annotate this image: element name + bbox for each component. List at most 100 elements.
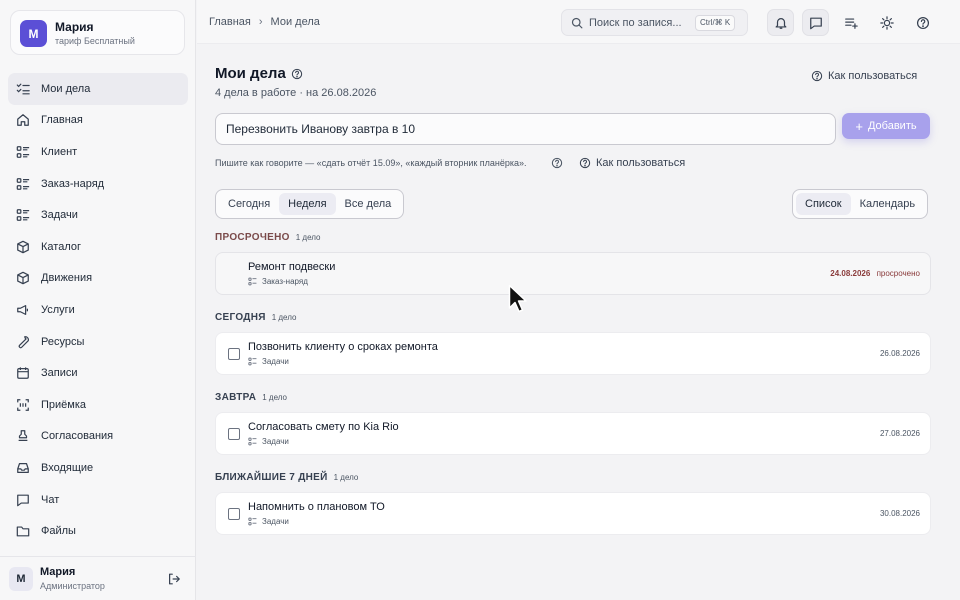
task-checkbox[interactable] <box>228 428 240 440</box>
how-to-label: Как пользоваться <box>596 157 686 169</box>
quick-add-hint: Пишите как говорите — «сдать отчёт 15.09… <box>215 158 527 168</box>
message-square-icon <box>809 16 823 30</box>
user-name: Мария <box>40 566 76 578</box>
messages-button[interactable] <box>802 9 829 36</box>
task-checkbox[interactable] <box>228 348 240 360</box>
help-circle-icon[interactable] <box>551 157 563 169</box>
sidebar-item-approvals[interactable]: Согласования <box>8 421 188 453</box>
sidebar-item-work-order[interactable]: Заказ-наряд <box>8 168 188 200</box>
scan-icon <box>16 398 30 412</box>
group-title: ПРОСРОЧЕНО <box>215 232 290 243</box>
sidebar-item-label: Чат <box>41 493 60 506</box>
help-circle-icon <box>579 157 596 169</box>
sidebar-item-label: Входящие <box>41 461 94 474</box>
sidebar-item-movements[interactable]: Движения <box>8 263 188 295</box>
sidebar-nav: Мои дела Главная Клиент Заказ-наряд Зада… <box>8 73 188 547</box>
sidebar-item-label: Согласования <box>41 430 114 443</box>
top-bar: Главная › Мои дела Поиск по запися... Ct… <box>197 0 960 44</box>
how-to-link[interactable]: Как пользоваться <box>811 70 917 82</box>
task-item[interactable]: Позвонить клиенту о сроках ремонта Задач… <box>215 332 931 375</box>
account-plan: тариф Бесплатный <box>55 36 135 46</box>
page-title: Мои дела <box>215 65 286 82</box>
sidebar-item-home[interactable]: Главная <box>8 105 188 137</box>
account-switcher[interactable]: М Мария тариф Бесплатный <box>10 10 185 55</box>
list-icon <box>248 277 262 286</box>
sidebar-item-inbox[interactable]: Входящие <box>8 452 188 484</box>
list-plus-icon <box>844 16 858 30</box>
tab-today[interactable]: Сегодня <box>219 193 279 215</box>
quick-add-input[interactable] <box>215 113 836 145</box>
help-circle-icon <box>916 16 930 30</box>
group-today-label: СЕГОДНЯ 1 дело <box>215 312 296 323</box>
sidebar-item-label: Мои дела <box>41 82 91 95</box>
tab-calendar[interactable]: Календарь <box>851 193 925 215</box>
group-next-7-days-label: БЛИЖАЙШИЕ 7 ДНЕЙ 1 дело <box>215 472 358 483</box>
task-date: 27.08.2026 <box>879 429 920 438</box>
folder-icon <box>16 524 30 538</box>
task-category: Задачи <box>248 437 289 446</box>
sidebar-item-label: Заказ-наряд <box>41 177 105 190</box>
task-checkbox[interactable] <box>228 508 240 520</box>
add-button[interactable]: + Добавить <box>842 113 930 139</box>
list-icon <box>248 517 262 526</box>
task-date: 30.08.2026 <box>879 509 920 518</box>
task-item[interactable]: Напомнить о плановом ТО Задачи 30.08.202… <box>215 492 931 535</box>
sidebar-item-label: Ресурсы <box>41 335 85 348</box>
task-item[interactable]: Ремонт подвески Заказ-наряд 24.08.2026 п… <box>215 252 931 295</box>
list-icon <box>16 208 30 222</box>
task-category: Заказ-наряд <box>248 277 308 286</box>
group-title: БЛИЖАЙШИЕ 7 ДНЕЙ <box>215 472 328 483</box>
tab-week[interactable]: Неделя <box>279 193 336 215</box>
breadcrumb-home[interactable]: Главная <box>209 16 251 28</box>
task-item[interactable]: Согласовать смету по Kia Rio Задачи 27.0… <box>215 412 931 455</box>
stamp-icon <box>16 429 30 443</box>
task-list-button[interactable] <box>837 9 864 36</box>
sidebar-item-tasks[interactable]: Задачи <box>8 199 188 231</box>
user-role: Администратор <box>40 581 105 591</box>
help-button[interactable] <box>909 9 936 36</box>
group-title: СЕГОДНЯ <box>215 312 266 323</box>
tab-all[interactable]: Все дела <box>336 193 401 215</box>
task-category-label: Заказ-наряд <box>262 277 308 286</box>
group-count: 1 дело <box>271 313 297 322</box>
how-to-link-hint[interactable]: Как пользоваться <box>579 157 685 169</box>
sidebar-item-label: Клиент <box>41 145 78 158</box>
notifications-button[interactable] <box>767 9 794 36</box>
help-circle-icon <box>811 70 828 82</box>
sidebar-item-files[interactable]: Файлы <box>8 515 188 547</box>
logout-icon[interactable] <box>167 572 181 586</box>
sidebar-item-my-tasks[interactable]: Мои дела <box>8 73 188 105</box>
sidebar-item-catalog[interactable]: Каталог <box>8 231 188 263</box>
group-count: 1 дело <box>333 473 359 482</box>
breadcrumb: Главная › Мои дела <box>209 16 320 28</box>
chevron-right-icon: › <box>258 16 263 28</box>
search-placeholder: Поиск по запися... <box>589 17 682 29</box>
sidebar-item-client[interactable]: Клиент <box>8 136 188 168</box>
list-icon <box>16 145 30 159</box>
help-circle-icon[interactable] <box>291 68 303 80</box>
task-due-date: 24.08.2026 просрочено <box>830 269 920 278</box>
main-content: Мои дела 4 дела в работе · на 26.08.2026… <box>197 45 960 600</box>
sidebar-item-intake[interactable]: Приёмка <box>8 389 188 421</box>
theme-toggle-button[interactable] <box>873 9 900 36</box>
sidebar-item-chat[interactable]: Чат <box>8 484 188 516</box>
group-count: 1 дело <box>295 233 321 242</box>
home-icon <box>16 113 30 127</box>
sidebar-item-resources[interactable]: Ресурсы <box>8 326 188 358</box>
sidebar-item-label: Главная <box>41 114 83 127</box>
account-avatar: М <box>20 20 47 47</box>
task-title: Согласовать смету по Kia Rio <box>248 421 399 433</box>
bell-icon <box>774 16 788 30</box>
tab-list[interactable]: Список <box>796 193 851 215</box>
search-box[interactable]: Поиск по запися... Ctrl/⌘ K <box>561 9 748 36</box>
user-profile[interactable]: М Мария Администратор <box>0 556 196 600</box>
wrench-icon <box>16 335 30 349</box>
search-shortcut: Ctrl/⌘ K <box>695 15 736 31</box>
task-category-label: Задачи <box>262 517 289 526</box>
sidebar: М Мария тариф Бесплатный Мои дела Главна… <box>0 0 196 600</box>
task-date: 26.08.2026 <box>879 349 920 358</box>
group-title: ЗАВТРА <box>215 392 257 403</box>
sidebar-item-services[interactable]: Услуги <box>8 294 188 326</box>
task-category: Задачи <box>248 517 289 526</box>
sidebar-item-records[interactable]: Записи <box>8 357 188 389</box>
